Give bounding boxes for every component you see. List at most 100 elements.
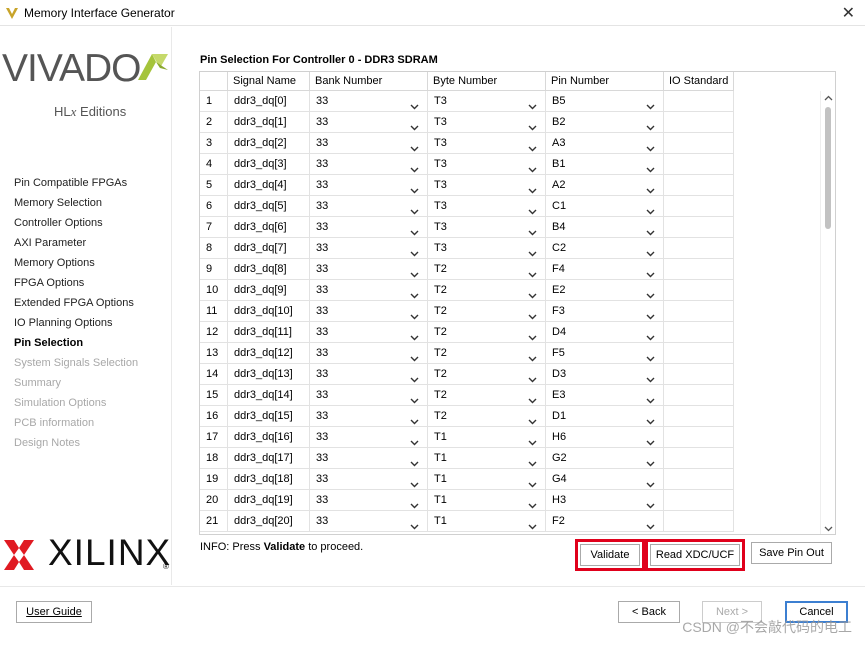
- pin-number-select[interactable]: D3: [546, 364, 664, 385]
- bank-number-select[interactable]: 33: [310, 280, 428, 301]
- io-standard-cell[interactable]: [664, 91, 734, 112]
- bank-number-select[interactable]: 33: [310, 154, 428, 175]
- chevron-down-icon[interactable]: [410, 349, 419, 362]
- chevron-down-icon[interactable]: [410, 475, 419, 488]
- chevron-down-icon[interactable]: [410, 517, 419, 530]
- chevron-down-icon[interactable]: [410, 454, 419, 467]
- bank-number-select[interactable]: 33: [310, 469, 428, 490]
- pin-number-select[interactable]: F2: [546, 511, 664, 532]
- user-guide-button[interactable]: User Guide: [16, 601, 92, 623]
- back-button[interactable]: < Back: [618, 601, 680, 623]
- pin-number-select[interactable]: B2: [546, 112, 664, 133]
- sidebar-item[interactable]: Memory Selection: [14, 197, 102, 209]
- chevron-down-icon[interactable]: [528, 475, 537, 488]
- sidebar-item[interactable]: IO Planning Options: [14, 317, 112, 329]
- chevron-down-icon[interactable]: [410, 97, 419, 110]
- chevron-down-icon[interactable]: [646, 202, 655, 215]
- save-pin-out-button[interactable]: Save Pin Out: [751, 542, 832, 564]
- bank-number-select[interactable]: 33: [310, 112, 428, 133]
- bank-number-select[interactable]: 33: [310, 448, 428, 469]
- vertical-scrollbar[interactable]: [820, 91, 835, 534]
- chevron-down-icon[interactable]: [646, 454, 655, 467]
- pin-number-select[interactable]: E2: [546, 280, 664, 301]
- chevron-down-icon[interactable]: [646, 223, 655, 236]
- chevron-down-icon[interactable]: [646, 475, 655, 488]
- chevron-down-icon[interactable]: [528, 412, 537, 425]
- bank-number-select[interactable]: 33: [310, 238, 428, 259]
- chevron-down-icon[interactable]: [528, 328, 537, 341]
- pin-number-select[interactable]: F4: [546, 259, 664, 280]
- pin-number-select[interactable]: A3: [546, 133, 664, 154]
- bank-number-select[interactable]: 33: [310, 511, 428, 532]
- chevron-down-icon[interactable]: [528, 139, 537, 152]
- chevron-down-icon[interactable]: [646, 391, 655, 404]
- scroll-up-icon[interactable]: [824, 95, 833, 101]
- chevron-down-icon[interactable]: [528, 496, 537, 509]
- chevron-down-icon[interactable]: [410, 433, 419, 446]
- chevron-down-icon[interactable]: [646, 181, 655, 194]
- io-standard-cell[interactable]: [664, 322, 734, 343]
- byte-number-select[interactable]: T1: [428, 469, 546, 490]
- chevron-down-icon[interactable]: [528, 454, 537, 467]
- chevron-down-icon[interactable]: [646, 139, 655, 152]
- pin-number-select[interactable]: H3: [546, 490, 664, 511]
- bank-number-select[interactable]: 33: [310, 364, 428, 385]
- scroll-down-icon[interactable]: [824, 526, 833, 532]
- chevron-down-icon[interactable]: [646, 307, 655, 320]
- pin-number-select[interactable]: B5: [546, 91, 664, 112]
- chevron-down-icon[interactable]: [528, 244, 537, 257]
- chevron-down-icon[interactable]: [410, 244, 419, 257]
- chevron-down-icon[interactable]: [646, 349, 655, 362]
- close-icon[interactable]: ✕: [842, 3, 855, 23]
- bank-number-select[interactable]: 33: [310, 322, 428, 343]
- chevron-down-icon[interactable]: [646, 97, 655, 110]
- chevron-down-icon[interactable]: [410, 160, 419, 173]
- bank-number-select[interactable]: 33: [310, 385, 428, 406]
- io-standard-cell[interactable]: [664, 238, 734, 259]
- chevron-down-icon[interactable]: [646, 265, 655, 278]
- io-standard-cell[interactable]: [664, 175, 734, 196]
- chevron-down-icon[interactable]: [646, 412, 655, 425]
- chevron-down-icon[interactable]: [646, 244, 655, 257]
- pin-number-select[interactable]: F5: [546, 343, 664, 364]
- io-standard-cell[interactable]: [664, 133, 734, 154]
- read-xdc-ucf-button[interactable]: Read XDC/UCF: [645, 539, 745, 571]
- pin-number-select[interactable]: G2: [546, 448, 664, 469]
- sidebar-item[interactable]: Pin Selection: [14, 337, 83, 349]
- chevron-down-icon[interactable]: [528, 181, 537, 194]
- byte-number-select[interactable]: T3: [428, 133, 546, 154]
- bank-number-select[interactable]: 33: [310, 217, 428, 238]
- io-standard-cell[interactable]: [664, 490, 734, 511]
- chevron-down-icon[interactable]: [410, 181, 419, 194]
- byte-number-select[interactable]: T3: [428, 175, 546, 196]
- chevron-down-icon[interactable]: [646, 328, 655, 341]
- chevron-down-icon[interactable]: [646, 370, 655, 383]
- chevron-down-icon[interactable]: [410, 265, 419, 278]
- bank-number-select[interactable]: 33: [310, 133, 428, 154]
- chevron-down-icon[interactable]: [528, 391, 537, 404]
- pin-number-select[interactable]: G4: [546, 469, 664, 490]
- byte-number-select[interactable]: T2: [428, 322, 546, 343]
- byte-number-select[interactable]: T2: [428, 343, 546, 364]
- io-standard-cell[interactable]: [664, 112, 734, 133]
- pin-number-select[interactable]: A2: [546, 175, 664, 196]
- pin-number-select[interactable]: E3: [546, 385, 664, 406]
- chevron-down-icon[interactable]: [528, 118, 537, 131]
- chevron-down-icon[interactable]: [528, 433, 537, 446]
- chevron-down-icon[interactable]: [528, 97, 537, 110]
- chevron-down-icon[interactable]: [528, 517, 537, 530]
- chevron-down-icon[interactable]: [528, 349, 537, 362]
- byte-number-select[interactable]: T2: [428, 259, 546, 280]
- io-standard-cell[interactable]: [664, 406, 734, 427]
- bank-number-select[interactable]: 33: [310, 301, 428, 322]
- bank-number-select[interactable]: 33: [310, 259, 428, 280]
- byte-number-select[interactable]: T3: [428, 112, 546, 133]
- validate-button[interactable]: Validate: [575, 539, 645, 571]
- io-standard-cell[interactable]: [664, 511, 734, 532]
- byte-number-select[interactable]: T3: [428, 238, 546, 259]
- chevron-down-icon[interactable]: [528, 307, 537, 320]
- chevron-down-icon[interactable]: [528, 160, 537, 173]
- chevron-down-icon[interactable]: [528, 223, 537, 236]
- chevron-down-icon[interactable]: [646, 517, 655, 530]
- bank-number-select[interactable]: 33: [310, 175, 428, 196]
